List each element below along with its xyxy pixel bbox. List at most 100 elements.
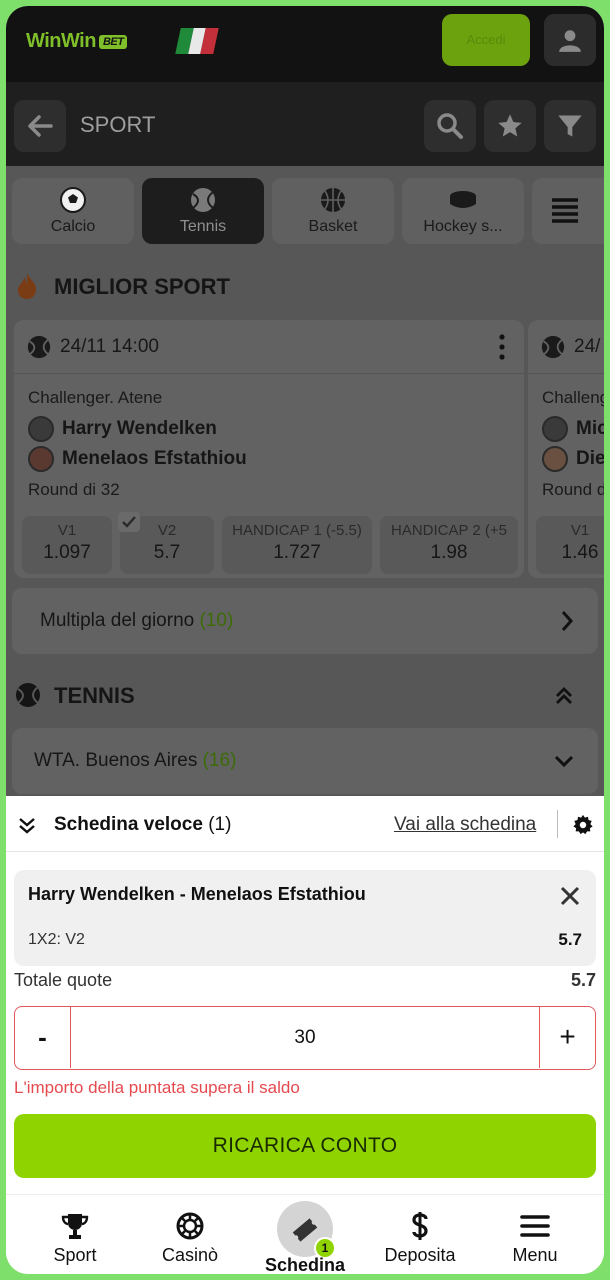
stake-error-message: L'importo della puntata supera il saldo xyxy=(14,1078,300,1097)
decrease-stake-button[interactable]: - xyxy=(15,1007,71,1068)
league-label: WTA. Buenos Aires (16) xyxy=(34,750,237,771)
player-name: Mic xyxy=(576,418,604,439)
bet-odd: 5.7 xyxy=(558,930,582,949)
soccer-ball-icon xyxy=(60,187,86,213)
match-card-header: 24/11 14:00 xyxy=(14,320,524,374)
go-to-betslip-link[interactable]: Vai alla schedina xyxy=(394,814,536,836)
gear-icon[interactable] xyxy=(572,814,594,836)
odd-button-handicap-1[interactable]: HANDICAP 1 (-5.5) 1.727 xyxy=(222,516,372,574)
favorites-button[interactable] xyxy=(484,100,536,152)
tennis-ball-icon xyxy=(27,335,51,359)
nav-label: Schedina xyxy=(264,1255,346,1274)
increase-stake-button[interactable]: + xyxy=(539,1007,595,1068)
more-options-icon[interactable] xyxy=(498,334,506,360)
odd-button-v1[interactable]: V1 1.097 xyxy=(22,516,112,574)
nav-casino[interactable]: Casinò xyxy=(135,1195,245,1274)
avatar xyxy=(542,446,568,472)
daily-multiple-label: Multipla del giorno (10) xyxy=(40,610,234,631)
logo-badge: BET xyxy=(98,35,128,49)
odd-button-handicap-2[interactable]: HANDICAP 2 (+5 1.98 xyxy=(380,516,518,574)
player-name: Harry Wendelken xyxy=(62,418,217,439)
betslip-header: Schedina veloce (1) Vai alla schedina xyxy=(6,796,604,852)
odd-value: 5.7 xyxy=(153,542,181,563)
match-datetime: 24/ xyxy=(574,336,601,357)
nav-label: Sport xyxy=(53,1245,97,1265)
recharge-account-button[interactable]: RICARICA CONTO xyxy=(14,1114,596,1178)
nav-label: Casinò xyxy=(161,1245,219,1265)
language-flag-icon[interactable] xyxy=(175,28,219,54)
user-icon xyxy=(559,30,581,52)
list-menu-icon xyxy=(552,198,578,223)
daily-multiple-row[interactable]: Multipla del giorno (10) xyxy=(12,588,598,654)
collapse-chevrons-icon[interactable] xyxy=(18,816,36,834)
hamburger-menu-icon xyxy=(520,1215,550,1237)
bet-market: 1X2: V2 xyxy=(28,931,85,948)
nav-betslip[interactable]: 1 Schedina xyxy=(250,1195,360,1274)
section-navbar: SPORT xyxy=(6,82,604,166)
arrow-left-icon xyxy=(28,115,53,137)
match-card[interactable]: 24/11 14:00 Challenger. Atene Harry Wend… xyxy=(14,320,524,578)
quick-betslip-panel: Schedina veloce (1) Vai alla schedina Ha… xyxy=(6,796,604,1194)
all-sports-menu-button[interactable] xyxy=(532,178,604,244)
nav-menu[interactable]: Menu xyxy=(480,1195,590,1274)
stake-stepper: - + xyxy=(14,1006,596,1070)
match-card[interactable]: 24/ Challeng Mic Die Round d V1 1.46 xyxy=(528,320,604,578)
app-logo[interactable]: WinWin BET xyxy=(26,30,128,53)
filter-button[interactable] xyxy=(544,100,596,152)
collapse-double-chevron-icon[interactable] xyxy=(554,686,574,706)
tournament-name: Challenger. Atene xyxy=(28,388,163,407)
login-label: Accedi xyxy=(466,32,506,47)
tournament-name: Challeng xyxy=(542,388,604,407)
close-icon[interactable] xyxy=(558,884,582,908)
search-icon xyxy=(437,113,463,139)
odd-button-v1[interactable]: V1 1.46 xyxy=(536,516,604,574)
tab-label: Basket xyxy=(308,218,358,235)
chevron-down-icon xyxy=(554,755,574,768)
avatar xyxy=(542,416,568,442)
bet-match-name: Harry Wendelken - Menelaos Efstathiou xyxy=(28,884,366,904)
betslip-title: Schedina veloce (1) xyxy=(54,814,232,835)
odd-value: 1.727 xyxy=(273,542,321,563)
tennis-ball-icon xyxy=(16,683,40,707)
odd-label: V1 xyxy=(570,522,590,539)
odd-value: 1.98 xyxy=(430,542,468,563)
basketball-icon xyxy=(321,188,345,212)
player-one: Mic xyxy=(542,416,604,442)
odd-label: HANDICAP 1 (-5.5) xyxy=(232,522,362,539)
chevron-right-icon xyxy=(561,611,574,631)
divider xyxy=(557,810,558,838)
league-row[interactable]: WTA. Buenos Aires (16) xyxy=(12,728,598,794)
back-button[interactable] xyxy=(14,100,66,152)
tab-label: Hockey s... xyxy=(423,218,503,235)
odd-label: V1 xyxy=(57,522,77,539)
top-header: WinWin BET Accedi xyxy=(6,6,604,82)
tab-tennis[interactable]: Tennis xyxy=(142,178,264,244)
tab-basket[interactable]: Basket xyxy=(272,178,394,244)
star-icon xyxy=(498,114,522,137)
user-account-button[interactable] xyxy=(544,14,596,66)
tennis-section-title: TENNIS xyxy=(54,683,135,708)
tab-label: Tennis xyxy=(179,218,227,235)
casino-chip-icon xyxy=(176,1212,204,1240)
nav-label: Deposita xyxy=(384,1245,456,1265)
nav-sport[interactable]: Sport xyxy=(20,1195,130,1274)
page-title: SPORT xyxy=(80,112,156,137)
fire-icon xyxy=(18,273,37,299)
nav-label: Menu xyxy=(512,1245,558,1265)
round-label: Round d xyxy=(542,480,604,499)
hockey-puck-icon xyxy=(450,191,476,208)
odd-label: HANDICAP 2 (+5 xyxy=(390,522,507,539)
odd-button-v2-selected[interactable]: V2 5.7 xyxy=(118,512,214,574)
tab-hockey[interactable]: Hockey s... xyxy=(402,178,524,244)
search-button[interactable] xyxy=(424,100,476,152)
avatar xyxy=(28,416,54,442)
match-card-header: 24/ xyxy=(528,320,604,374)
stake-input[interactable] xyxy=(71,1007,539,1068)
login-button[interactable]: Accedi xyxy=(442,14,530,66)
player-name: Menelaos Efstathiou xyxy=(62,448,247,469)
avatar xyxy=(28,446,54,472)
nav-deposit[interactable]: Deposita xyxy=(365,1195,475,1274)
tab-calcio[interactable]: Calcio xyxy=(12,178,134,244)
player-two: Die xyxy=(542,446,604,472)
bet-item: Harry Wendelken - Menelaos Efstathiou 1X… xyxy=(14,870,596,966)
